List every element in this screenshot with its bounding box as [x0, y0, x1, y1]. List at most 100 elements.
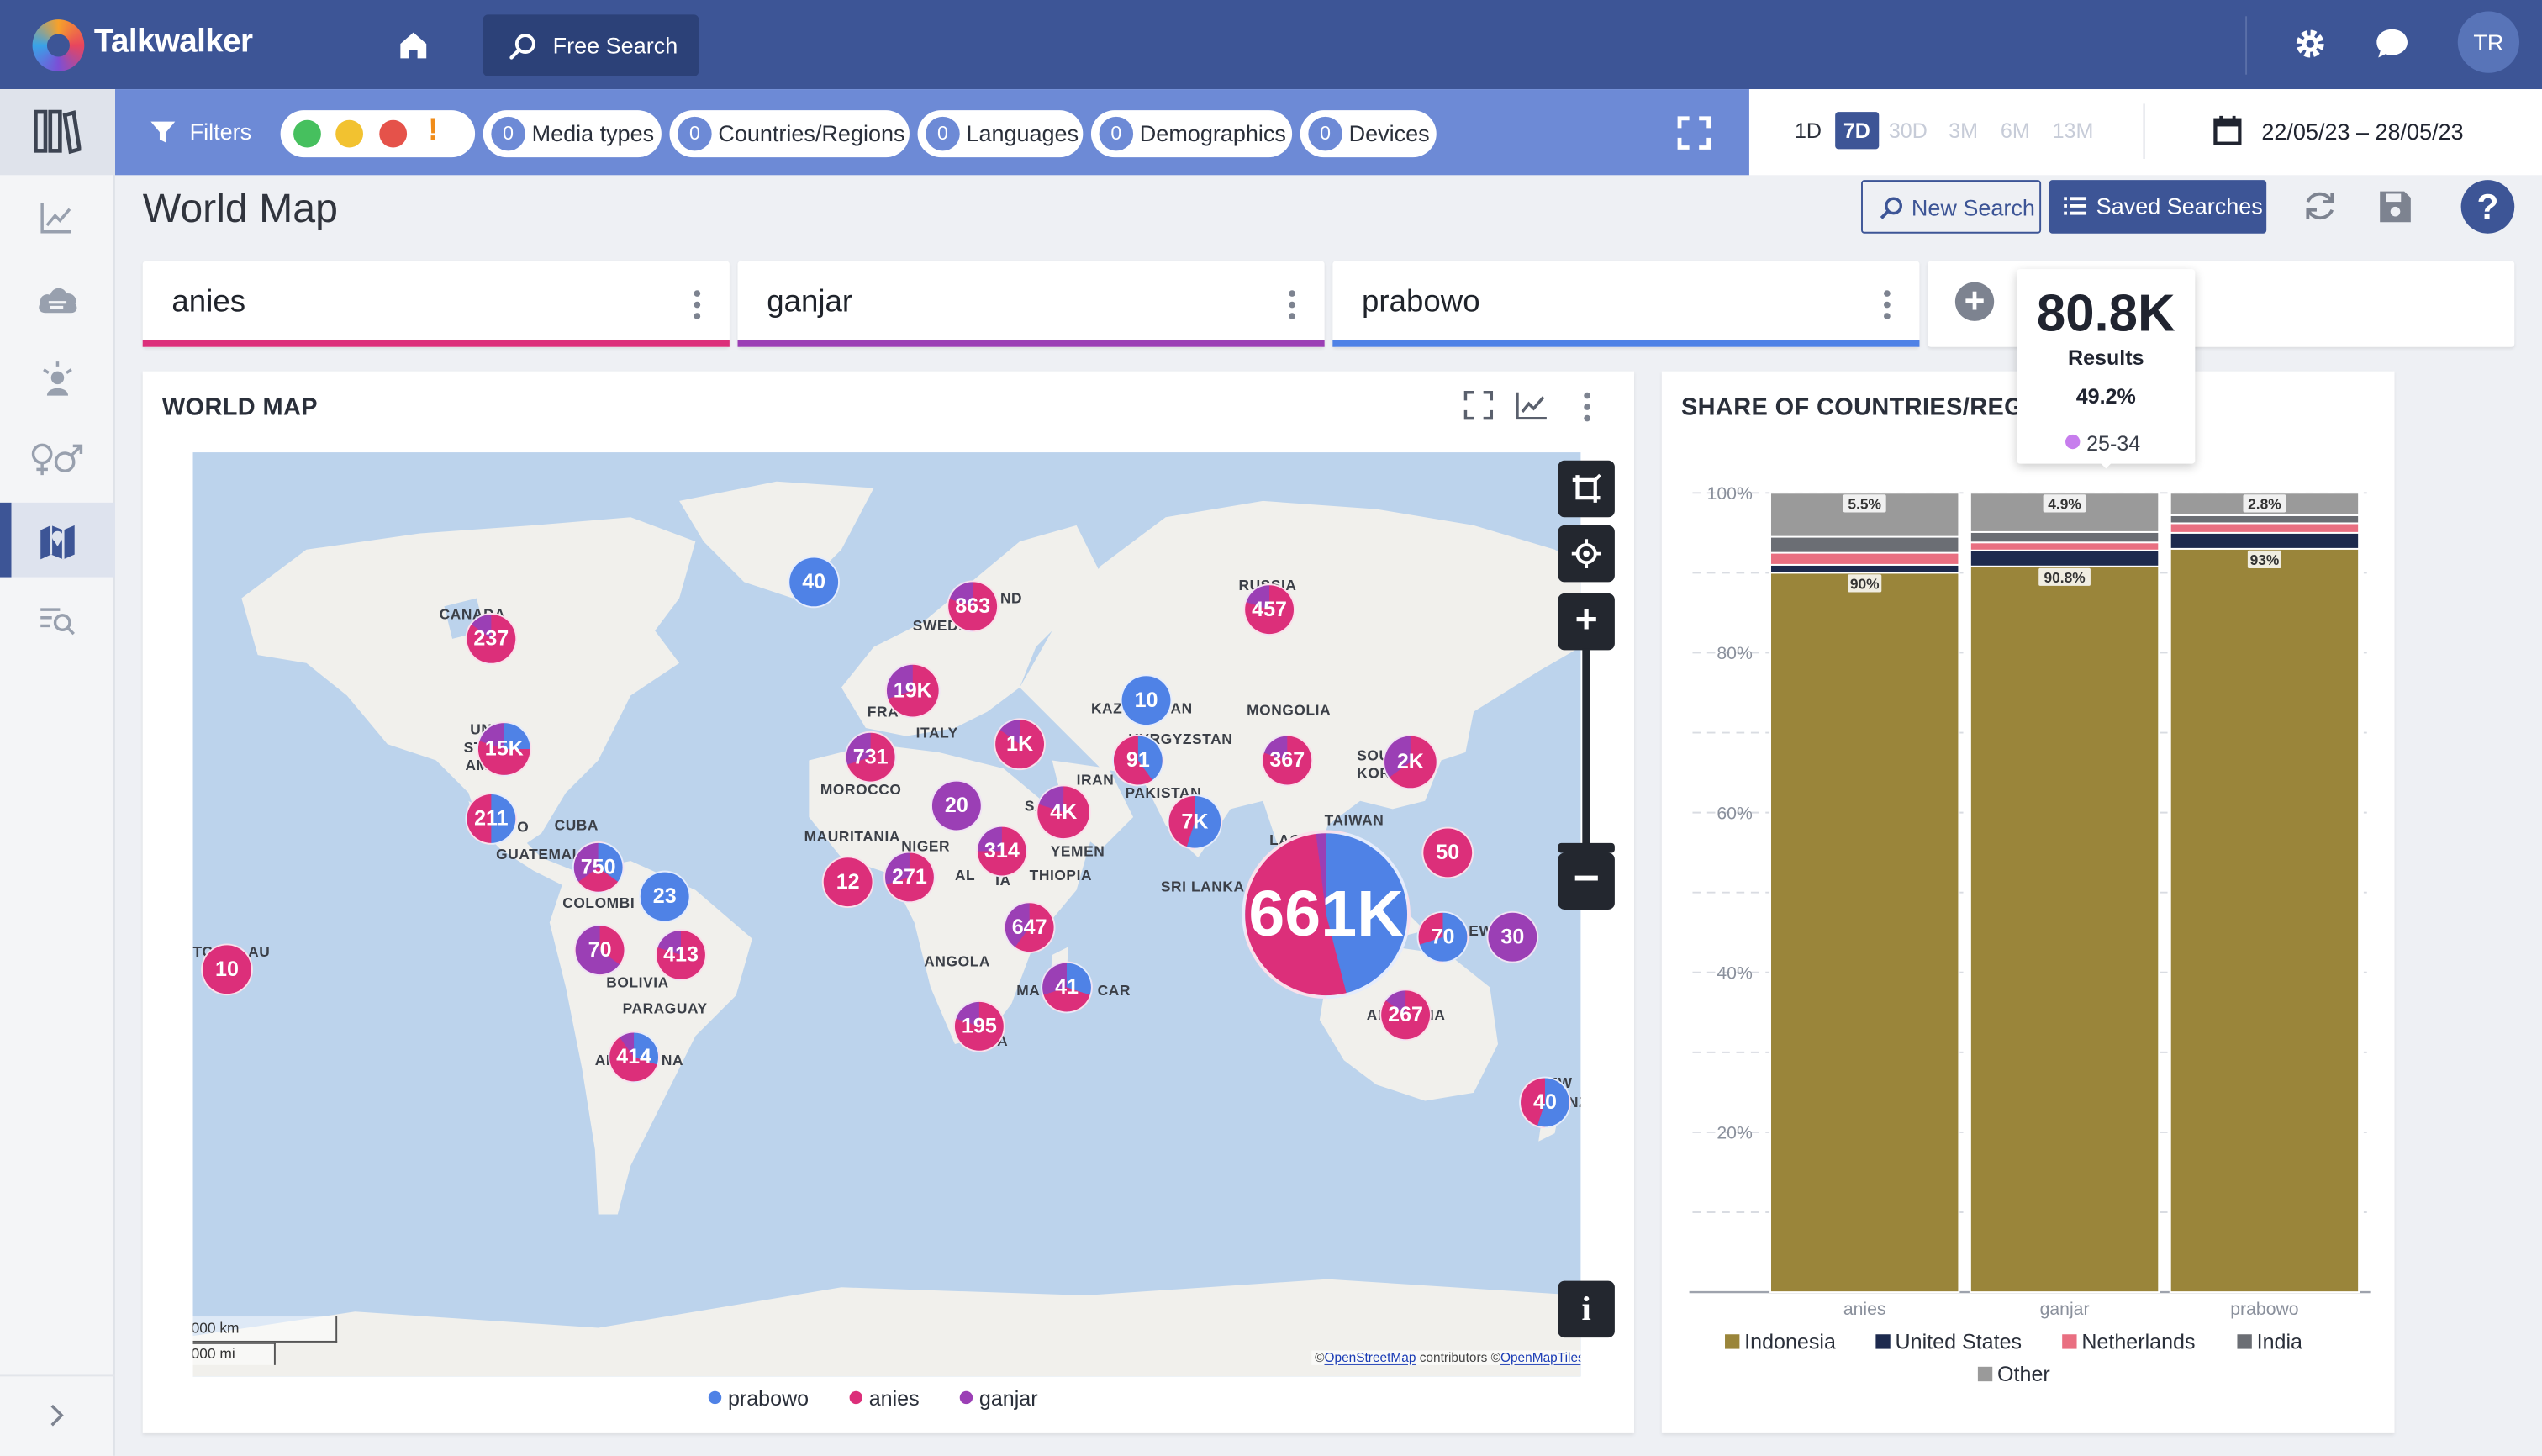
card-menu-icon[interactable] — [1584, 392, 1590, 422]
legend-indonesia[interactable]: Indonesia — [1725, 1329, 1836, 1353]
cluster-marker[interactable]: 457 — [1243, 583, 1295, 636]
cluster-marker[interactable]: 195 — [953, 1000, 1005, 1052]
cluster-marker[interactable]: 267 — [1379, 989, 1432, 1042]
cluster-marker[interactable]: 314 — [976, 825, 1028, 878]
cluster-marker[interactable]: 731 — [844, 731, 897, 783]
cluster-marker[interactable]: 23 — [638, 870, 691, 923]
sidebar-item-feed[interactable] — [0, 583, 115, 658]
legend-united-states[interactable]: United States — [1875, 1329, 2022, 1353]
range-3m[interactable]: 3M — [1949, 119, 1978, 143]
cluster-marker[interactable]: 367 — [1261, 734, 1314, 787]
query-menu-icon[interactable] — [1289, 290, 1295, 319]
cluster-marker[interactable]: 30 — [1486, 910, 1539, 963]
chip-countries-regions[interactable]: 0 Countries/Regions — [669, 110, 910, 158]
calendar-icon[interactable] — [2213, 115, 2243, 146]
help-icon[interactable]: ? — [2460, 180, 2515, 234]
cluster-marker[interactable]: 40 — [1519, 1076, 1571, 1129]
legend-anies[interactable]: anies — [849, 1386, 920, 1411]
cluster-marker[interactable]: 1K — [994, 718, 1046, 771]
fullscreen-icon[interactable] — [1676, 115, 1711, 150]
cluster-marker[interactable]: 10 — [1120, 674, 1173, 727]
free-search-button[interactable]: Free Search — [483, 14, 699, 76]
sidebar-item-world-map[interactable] — [0, 502, 115, 578]
chat-icon[interactable] — [2373, 26, 2410, 61]
user-avatar[interactable]: TR — [2457, 11, 2520, 73]
exclamation-icon[interactable]: ! — [428, 113, 438, 149]
sidebar-item-library[interactable] — [0, 89, 115, 176]
cluster-marker[interactable]: 20 — [931, 779, 983, 832]
zoom-out-button[interactable]: − — [1558, 852, 1615, 910]
zoom-slider-handle[interactable] — [1558, 842, 1615, 853]
talkwalker-logo-icon[interactable] — [32, 19, 85, 71]
cluster-marker[interactable]: 7K — [1167, 794, 1223, 850]
legend-netherlands[interactable]: Netherlands — [2062, 1329, 2196, 1353]
new-search-button[interactable]: New Search — [1861, 180, 2042, 234]
sentiment-filter[interactable]: ! — [280, 110, 476, 158]
range-1d[interactable]: 1D — [1795, 119, 1822, 143]
line-chart-icon[interactable] — [1516, 391, 1548, 420]
share-stacked-bar-chart[interactable]: 20% 40% 60% 80% 100% 5.5% 90% anies 4.9% 90.8% gan… — [1662, 462, 2395, 1330]
chevron-right-icon[interactable] — [47, 1404, 66, 1427]
legend-ganjar[interactable]: ganjar — [959, 1386, 1038, 1411]
range-7d[interactable]: 7D — [1835, 112, 1879, 150]
range-6m[interactable]: 6M — [2001, 119, 2030, 143]
locate-button[interactable] — [1558, 525, 1615, 583]
chip-demographics[interactable]: 0 Demographics — [1090, 110, 1293, 158]
sidebar-item-analytics[interactable] — [0, 180, 115, 255]
cluster-marker[interactable]: 414 — [608, 1031, 660, 1084]
refresh-icon[interactable] — [2302, 188, 2338, 224]
app-name[interactable]: Talkwalker — [94, 24, 253, 61]
cluster-marker[interactable]: 211 — [465, 793, 518, 845]
cluster-marker[interactable]: 70 — [1416, 910, 1469, 963]
chip-languages[interactable]: 0 Languages — [917, 110, 1084, 158]
negative-face-icon[interactable] — [379, 119, 408, 148]
cluster-marker[interactable]: 50 — [1421, 826, 1474, 879]
cluster-marker[interactable]: 237 — [465, 613, 518, 665]
range-13m[interactable]: 13M — [2053, 119, 2094, 143]
cluster-marker-large[interactable]: 661K — [1242, 830, 1411, 1000]
cluster-marker[interactable]: 647 — [1003, 901, 1056, 954]
positive-face-icon[interactable] — [293, 119, 321, 148]
chip-devices[interactable]: 0 Devices — [1300, 110, 1437, 158]
range-30d[interactable]: 30D — [1889, 119, 1928, 143]
filter-icon[interactable] — [149, 119, 177, 146]
cluster-marker[interactable]: 2K — [1383, 734, 1438, 790]
cluster-marker[interactable]: 863 — [947, 580, 999, 633]
query-menu-icon[interactable] — [1884, 290, 1891, 319]
cluster-marker[interactable]: 750 — [572, 841, 625, 894]
cluster-marker[interactable]: 15K — [477, 721, 532, 777]
save-icon[interactable] — [2378, 190, 2413, 224]
legend-other[interactable]: Other — [1977, 1362, 2050, 1386]
chip-media-types[interactable]: 0 Media types — [483, 110, 662, 158]
zoom-in-button[interactable]: + — [1558, 593, 1615, 651]
query-menu-icon[interactable] — [694, 290, 701, 319]
cluster-marker[interactable]: 91 — [1112, 734, 1164, 787]
cluster-marker[interactable]: 4K — [1036, 784, 1091, 841]
add-icon[interactable]: + — [1954, 282, 1995, 321]
cluster-marker[interactable]: 271 — [883, 851, 936, 904]
date-range-text[interactable]: 22/05/23 – 28/05/23 — [2261, 119, 2463, 145]
gear-icon[interactable] — [2291, 24, 2329, 63]
query-tab-anies[interactable]: anies — [142, 261, 730, 347]
cluster-marker[interactable]: 70 — [573, 924, 626, 977]
home-icon[interactable] — [394, 26, 433, 65]
cluster-marker[interactable]: 10 — [201, 943, 253, 996]
info-button[interactable]: i — [1558, 1280, 1615, 1338]
query-tab-prabowo[interactable]: prabowo — [1332, 261, 1920, 347]
zoom-slider-track[interactable] — [1582, 648, 1590, 848]
cluster-marker[interactable]: 41 — [1041, 961, 1093, 1014]
expand-icon[interactable] — [1463, 390, 1494, 420]
legend-india[interactable]: India — [2237, 1329, 2302, 1353]
world-map[interactable]: CANADA UN ST AM CUBA GUATEMAL COLOMBI BO… — [192, 452, 1581, 1377]
filters-label[interactable]: Filters — [190, 119, 252, 145]
neutral-face-icon[interactable] — [335, 119, 364, 148]
query-tab-ganjar[interactable]: ganjar — [737, 261, 1325, 347]
openmaptiles-link[interactable]: OpenMapTiles — [1500, 1351, 1580, 1365]
osm-link[interactable]: OpenStreetMap — [1324, 1351, 1416, 1365]
legend-prabowo[interactable]: prabowo — [708, 1386, 809, 1411]
sidebar-item-demographics[interactable] — [0, 421, 115, 496]
saved-searches-button[interactable]: Saved Searches — [2049, 180, 2267, 234]
cluster-marker[interactable]: 19K — [885, 662, 941, 719]
crop-button[interactable] — [1558, 460, 1615, 518]
cluster-marker[interactable]: 12 — [821, 856, 874, 909]
